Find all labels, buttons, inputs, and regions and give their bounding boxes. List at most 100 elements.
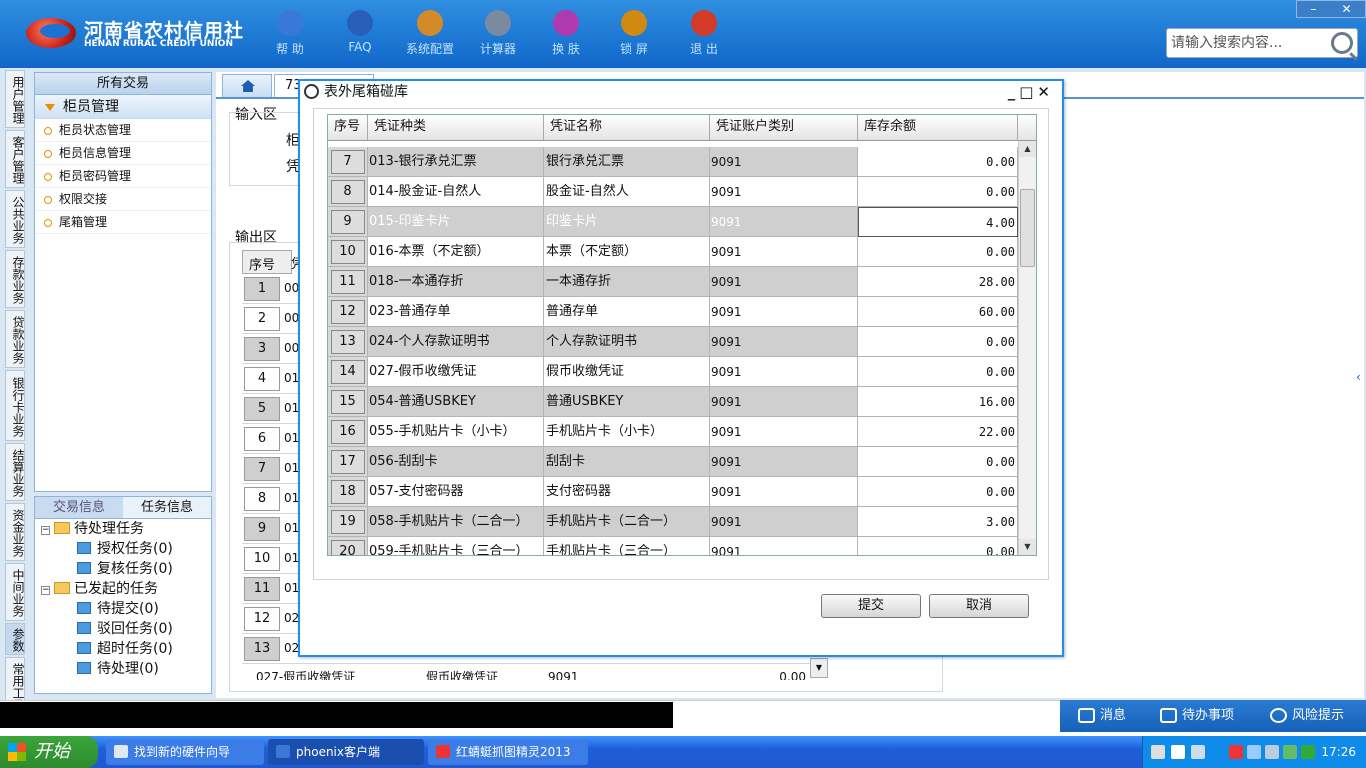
tray-device-icon[interactable] bbox=[1265, 745, 1279, 759]
search-icon[interactable] bbox=[1331, 32, 1353, 54]
submit-button[interactable]: 提交 bbox=[821, 594, 921, 618]
tray-ime-icon[interactable] bbox=[1301, 745, 1315, 759]
balance-cell[interactable]: 0.00 bbox=[858, 327, 1018, 357]
collapse-icon[interactable]: − bbox=[41, 586, 50, 595]
module-tab[interactable]: 贷款业务 bbox=[5, 310, 25, 368]
grid-row[interactable]: 17 056-刮刮卡 刮刮卡 9091 0.00 bbox=[328, 447, 1018, 477]
keyboard-icon[interactable] bbox=[1151, 745, 1165, 759]
balance-cell[interactable]: 3.00 bbox=[858, 507, 1018, 537]
balance-cell[interactable]: 0.00 bbox=[858, 537, 1018, 555]
tree-leaf[interactable]: 驳回任务(0) bbox=[77, 619, 173, 639]
module-tab[interactable]: 公共业务 bbox=[5, 190, 25, 248]
taskbar-button[interactable]: 红蜻蜓抓图精灵2013 bbox=[428, 739, 588, 765]
grid-row[interactable]: 11 018-一本通存折 一本通存折 9091 28.00 bbox=[328, 267, 1018, 297]
grid-row[interactable]: 20 059-手机贴片卡（三合一） 手机贴片卡（三合一） 9091 0.00 bbox=[328, 537, 1018, 555]
balance-cell[interactable]: 60.00 bbox=[858, 297, 1018, 327]
balance-cell[interactable]: 0.00 bbox=[858, 357, 1018, 387]
dialog-minimize-icon[interactable]: _ bbox=[1008, 83, 1020, 101]
grid-row[interactable]: 19 058-手机贴片卡（二合一） 手机贴片卡（二合一） 9091 3.00 bbox=[328, 507, 1018, 537]
grid-row[interactable]: 9 015-印鉴卡片 印鉴卡片 9091 4.00 bbox=[328, 207, 1018, 237]
capture-tool-icon[interactable] bbox=[1229, 745, 1243, 759]
grid-row[interactable]: 13 024-个人存款证明书 个人存款证明书 9091 0.00 bbox=[328, 327, 1018, 357]
module-tab[interactable]: 资金业务 bbox=[5, 503, 25, 561]
module-tab[interactable]: 用户管理 bbox=[5, 70, 25, 128]
balance-cell[interactable]: 22.00 bbox=[858, 417, 1018, 447]
risk-button[interactable]: 风险提示 bbox=[1268, 700, 1344, 732]
taskbar-button[interactable]: 找到新的硬件向导 bbox=[106, 739, 264, 765]
tray-shield-icon[interactable] bbox=[1283, 745, 1297, 759]
balance-cell[interactable]: 0.00 bbox=[858, 177, 1018, 207]
tool-lock-button[interactable]: 锁 屏 bbox=[604, 8, 664, 64]
tool-info-button[interactable]: 帮 助 bbox=[260, 8, 320, 64]
tree-leaf[interactable]: 授权任务(0) bbox=[77, 539, 173, 559]
column-header[interactable]: 凭证名称 bbox=[544, 115, 710, 141]
help-icon[interactable] bbox=[1171, 745, 1185, 759]
taskbar-button[interactable]: phoenix客户端 bbox=[268, 739, 424, 765]
tool-question-button[interactable]: FAQ bbox=[330, 8, 390, 64]
balance-cell[interactable]: 0.00 bbox=[858, 477, 1018, 507]
grid-row[interactable]: 18 057-支付密码器 支付密码器 9091 0.00 bbox=[328, 477, 1018, 507]
grid-scrollbar[interactable]: ▲ ▼ bbox=[1018, 141, 1036, 555]
module-tab[interactable]: 客户管理 bbox=[5, 130, 25, 188]
dialog-close-icon[interactable]: ✕ bbox=[1037, 83, 1054, 101]
tool-shirt-button[interactable]: 换 肤 bbox=[536, 8, 596, 64]
tab-task-info[interactable]: 任务信息 bbox=[123, 497, 211, 518]
grid-row[interactable]: 16 055-手机贴片卡（小卡） 手机贴片卡（小卡） 9091 22.00 bbox=[328, 417, 1018, 447]
grid-row[interactable]: 14 027-假币收缴凭证 假币收缴凭证 9091 0.00 bbox=[328, 357, 1018, 387]
tool-calculator-button[interactable]: 计算器 bbox=[468, 8, 528, 64]
tree-folder[interactable]: − 待处理任务 bbox=[41, 519, 144, 539]
scroll-down-icon[interactable]: ▼ bbox=[1019, 539, 1036, 555]
tray-app-icon[interactable] bbox=[1247, 745, 1261, 759]
grid-row[interactable]: 10 016-本票（不定额） 本票（不定额） 9091 0.00 bbox=[328, 237, 1018, 267]
todo-button[interactable]: 待办事项 bbox=[1158, 700, 1234, 732]
balance-cell[interactable]: 16.00 bbox=[858, 387, 1018, 417]
start-button[interactable]: 开始 bbox=[0, 736, 98, 768]
minimize-button[interactable]: – bbox=[1297, 1, 1330, 17]
balance-cell[interactable]: 28.00 bbox=[858, 267, 1018, 297]
menu-item[interactable]: 柜员信息管理 bbox=[35, 142, 211, 165]
network-icon[interactable] bbox=[1191, 745, 1205, 759]
cancel-button[interactable]: 取消 bbox=[929, 594, 1029, 618]
all-transactions-header[interactable]: 所有交易 bbox=[35, 73, 211, 95]
grid-row[interactable]: 7 013-银行承兑汇票 银行承兑汇票 9091 0.00 bbox=[328, 147, 1018, 177]
grid-row[interactable]: 15 054-普通USBKEY 普通USBKEY 9091 16.00 bbox=[328, 387, 1018, 417]
module-tab[interactable]: 存款业务 bbox=[5, 250, 25, 308]
menu-item[interactable]: 尾箱管理 bbox=[35, 211, 211, 234]
tree-folder[interactable]: − 已发起的任务 bbox=[41, 579, 158, 599]
scroll-up-icon[interactable]: ▲ bbox=[1019, 141, 1036, 157]
tool-power-button[interactable]: 退 出 bbox=[674, 8, 734, 64]
balance-cell[interactable]: 0.00 bbox=[858, 237, 1018, 267]
tree-leaf[interactable]: 待处理(0) bbox=[77, 659, 159, 679]
tool-toolbox-button[interactable]: 系统配置 bbox=[400, 8, 460, 64]
tab-transaction-info[interactable]: 交易信息 bbox=[35, 497, 123, 518]
balance-cell[interactable]: 4.00 bbox=[858, 207, 1018, 237]
menu-item[interactable]: 柜员状态管理 bbox=[35, 119, 211, 142]
tree-leaf[interactable]: 待提交(0) bbox=[77, 599, 159, 619]
tree-leaf[interactable]: 复核任务(0) bbox=[77, 559, 173, 579]
bg-scroll-down-icon[interactable]: ▼ bbox=[810, 658, 828, 678]
module-tab[interactable]: 结算业务 bbox=[5, 443, 25, 501]
column-header[interactable]: 凭证种类 bbox=[368, 115, 544, 141]
balance-cell[interactable]: 0.00 bbox=[858, 147, 1018, 177]
module-tab[interactable]: 银行卡业务 bbox=[5, 370, 25, 441]
teller-management-group[interactable]: 柜员管理 bbox=[35, 95, 211, 119]
menu-item[interactable]: 柜员密码管理 bbox=[35, 165, 211, 188]
messages-button[interactable]: 消息 bbox=[1076, 700, 1126, 732]
search-input[interactable]: 请输入搜索内容... bbox=[1166, 28, 1358, 58]
grid-row[interactable]: 12 023-普通存单 普通存单 9091 60.00 bbox=[328, 297, 1018, 327]
collapse-right-icon[interactable]: ‹ bbox=[1356, 370, 1361, 384]
close-window-button[interactable]: ✕ bbox=[1330, 1, 1363, 17]
collapse-icon[interactable]: − bbox=[41, 526, 50, 535]
column-header[interactable]: 凭证账户类别 bbox=[710, 115, 858, 141]
grid-row[interactable]: 8 014-股金证-自然人 股金证-自然人 9091 0.00 bbox=[328, 177, 1018, 207]
menu-item[interactable]: 权限交接 bbox=[35, 188, 211, 211]
module-tab[interactable]: 参数 bbox=[5, 623, 25, 655]
home-tab[interactable] bbox=[222, 74, 272, 98]
module-tab[interactable]: 中间业务 bbox=[5, 563, 25, 621]
scroll-thumb[interactable] bbox=[1020, 189, 1035, 267]
balance-cell[interactable]: 0.00 bbox=[858, 447, 1018, 477]
dialog-maximize-icon[interactable]: □ bbox=[1019, 83, 1037, 101]
column-header[interactable]: 序号 bbox=[328, 115, 368, 141]
column-header[interactable]: 库存余额 bbox=[858, 115, 1018, 141]
tree-leaf[interactable]: 超时任务(0) bbox=[77, 639, 173, 659]
